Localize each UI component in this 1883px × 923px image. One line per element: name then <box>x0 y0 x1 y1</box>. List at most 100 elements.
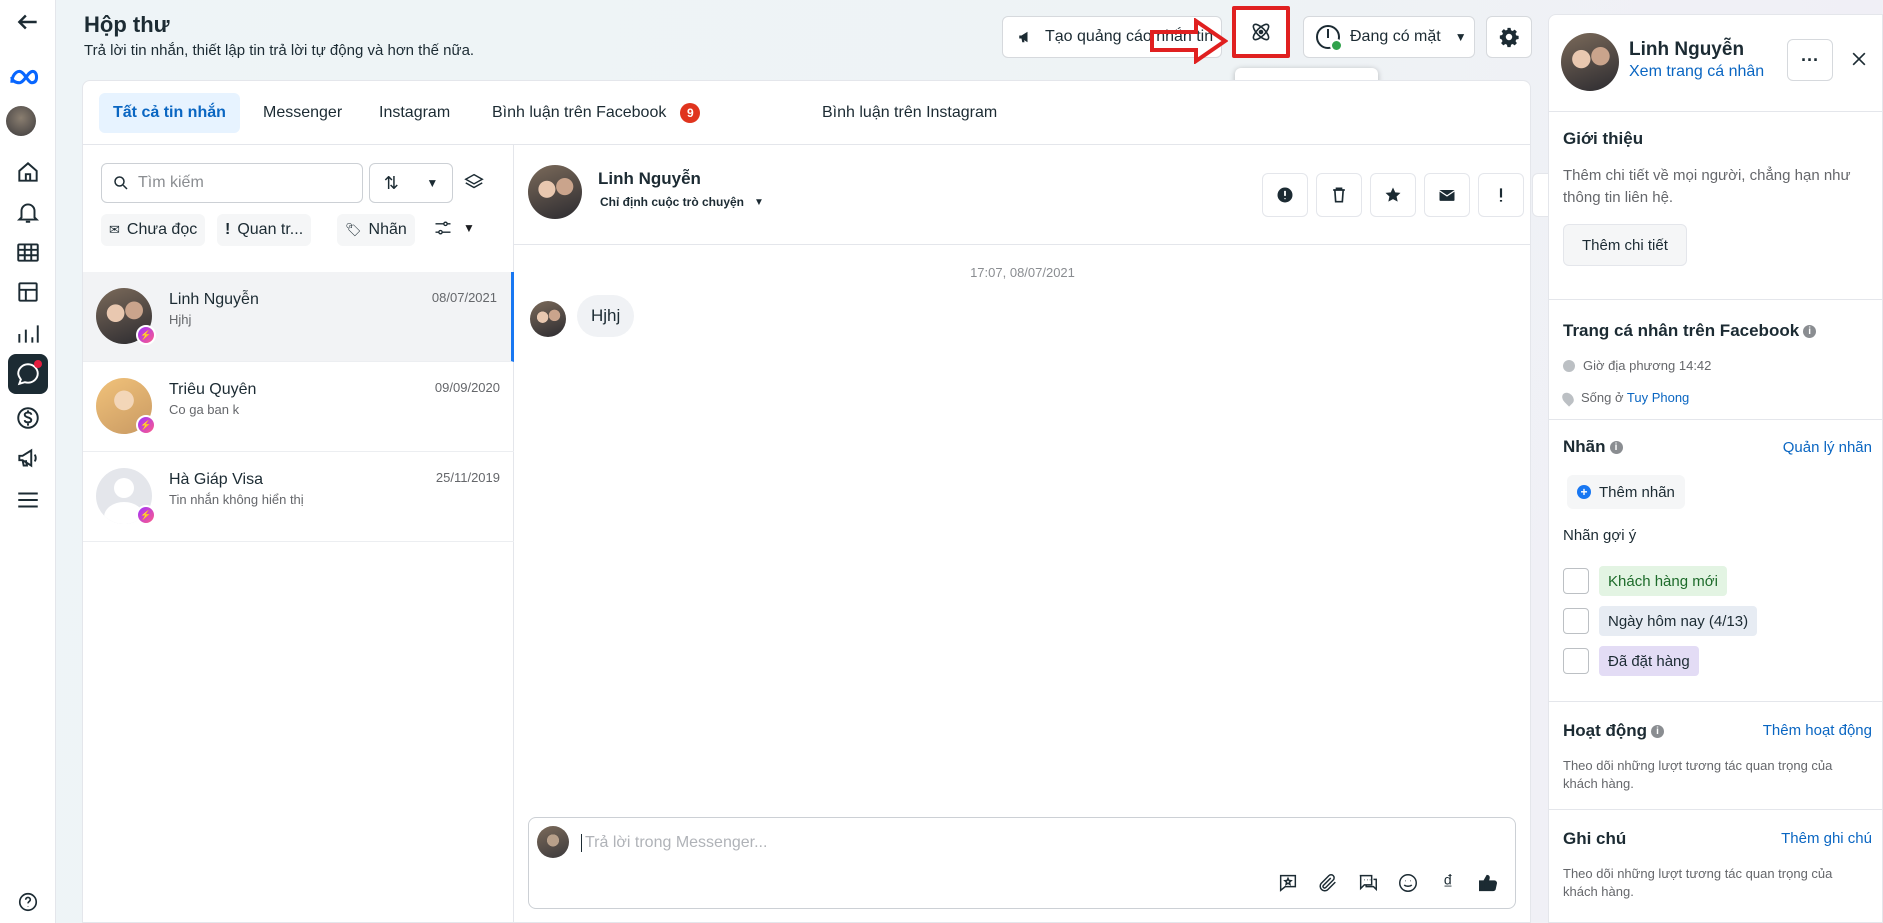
suggested-label[interactable]: Ngày hôm nay (4/13) <box>1599 606 1758 636</box>
advanced-filter-button[interactable]: ▼ <box>433 218 475 238</box>
filter-unread[interactable]: ✉ Chưa đọc <box>101 214 206 246</box>
info-icon[interactable]: i <box>1609 441 1623 455</box>
conversation-snippet: Co ga ban k <box>169 402 240 417</box>
fb-profile-title-text: Trang cá nhân trên Facebook <box>1563 321 1800 340</box>
add-note-link[interactable]: Thêm ghi chú <box>1781 830 1872 847</box>
add-detail-button[interactable]: Thêm chi tiết <box>1563 224 1687 266</box>
fb-profile-title: Trang cá nhân trên Facebook i <box>1563 321 1817 341</box>
inbox-icon[interactable] <box>8 354 48 394</box>
lives-in-link[interactable]: Tuy Phong <box>1627 390 1689 405</box>
availability-status-button[interactable]: Đang có mặt ▼ <box>1303 16 1475 58</box>
chat-bubbles-icon[interactable] <box>1355 870 1381 896</box>
exclamation-icon <box>1499 188 1503 202</box>
label-checkbox[interactable] <box>1563 608 1589 634</box>
view-profile-link[interactable]: Xem trang cá nhân <box>1629 63 1764 81</box>
suggested-label[interactable]: Khách hàng mới <box>1599 566 1727 596</box>
clock-icon <box>1563 360 1575 372</box>
more-options-button[interactable]: ··· <box>1787 39 1833 81</box>
activity-text: Theo dõi những lượt tương tác quan trọng… <box>1563 758 1833 791</box>
atom-icon <box>1252 23 1270 41</box>
sort-button[interactable]: ⇅ ▼ <box>369 163 453 203</box>
star-icon <box>1385 187 1401 202</box>
label-checkbox[interactable] <box>1563 568 1589 594</box>
content-icon[interactable] <box>8 272 48 312</box>
conversation-row[interactable]: ⚡ Triêu Quyên Co ga ban k 09/09/2020 <box>83 362 514 452</box>
mark-unread-button[interactable] <box>1424 173 1470 217</box>
close-icon <box>1852 52 1866 66</box>
bell-icon[interactable] <box>8 192 48 232</box>
filter-label[interactable]: 🏷 Nhãn <box>337 214 415 246</box>
home-icon[interactable] <box>8 152 48 192</box>
info-icon[interactable]: i <box>1803 325 1817 339</box>
back-arrow-icon[interactable] <box>8 2 48 42</box>
filter-important[interactable]: ! Quan tr... <box>217 214 312 246</box>
gear-icon <box>1499 27 1519 48</box>
delete-button[interactable] <box>1316 173 1362 217</box>
inbox-notification-dot <box>34 360 42 368</box>
conversation-list: Tìm kiếm ⇅ ▼ ✉ Chưa đọc ! Quan tr... 🏷 N… <box>83 145 514 922</box>
activity-title: Hoạt động i <box>1563 721 1665 741</box>
layers-icon[interactable] <box>463 171 489 197</box>
settings-button[interactable] <box>1486 16 1532 58</box>
auto-reply-button[interactable] <box>1232 6 1290 58</box>
message-bubble: Hjhj <box>577 295 635 337</box>
trash-icon <box>1333 187 1345 203</box>
tab-label: Bình luận trên Facebook <box>492 104 667 121</box>
labels-title-text: Nhãn <box>1563 437 1606 456</box>
add-activity-link[interactable]: Thêm hoạt động <box>1763 722 1872 739</box>
manage-labels-link[interactable]: Quản lý nhãn <box>1783 439 1872 456</box>
star-button[interactable] <box>1370 173 1416 217</box>
conversation-row[interactable]: ⚡ Hà Giáp Visa Tin nhắn không hiển thị 2… <box>83 452 514 542</box>
emoji-icon[interactable] <box>1395 870 1421 896</box>
add-label-button[interactable]: + Thêm nhãn <box>1567 475 1685 509</box>
reply-composer[interactable]: Trả lời trong Messenger... ₫ <box>528 817 1516 909</box>
insights-icon[interactable] <box>8 314 48 354</box>
exclamation-icon: ! <box>225 221 231 238</box>
conversation-row[interactable]: ⚡ Linh Nguyễn Hjhj 08/07/2021 <box>83 272 514 362</box>
search-input[interactable]: Tìm kiếm <box>101 163 363 203</box>
contact-name[interactable]: Linh Nguyễn <box>598 169 701 189</box>
meta-logo-icon[interactable] <box>8 58 48 98</box>
clock-icon <box>1316 25 1343 52</box>
megaphone-icon[interactable] <box>8 438 48 478</box>
page-subtitle: Trả lời tin nhắn, thiết lập tin trả lời … <box>84 42 475 59</box>
sender-avatar <box>530 301 566 337</box>
left-nav <box>0 0 56 923</box>
local-time-row: Giờ địa phương 14:42 <box>1563 357 1711 375</box>
tab-facebook-comments[interactable]: Bình luận trên Facebook 9 <box>478 93 714 133</box>
spam-button[interactable] <box>1262 173 1308 217</box>
page-avatar[interactable] <box>6 106 36 136</box>
tab-all-messages[interactable]: Tất cả tin nhắn <box>99 93 240 133</box>
chat-header-divider <box>514 244 1530 245</box>
inbox-panel: Tất cả tin nhắn Messenger Instagram Bình… <box>82 80 1578 923</box>
info-icon[interactable]: i <box>1651 725 1665 739</box>
reply-input[interactable]: Trả lời trong Messenger... <box>581 834 767 852</box>
attachment-icon[interactable] <box>1315 870 1341 896</box>
suggested-labels-title: Nhãn gợi ý <box>1563 527 1637 544</box>
suggested-label[interactable]: Đã đặt hàng <box>1599 646 1699 676</box>
mark-important-button[interactable] <box>1478 173 1524 217</box>
help-icon[interactable] <box>8 882 48 922</box>
currency-icon[interactable]: ₫ <box>1435 870 1461 896</box>
divider <box>1549 809 1882 810</box>
menu-icon[interactable] <box>8 480 48 520</box>
calendar-icon[interactable] <box>8 232 48 272</box>
label-checkbox[interactable] <box>1563 648 1589 674</box>
conversation-name: Triêu Quyên <box>169 381 257 398</box>
dollar-icon[interactable] <box>8 398 48 438</box>
like-icon[interactable] <box>1475 870 1501 896</box>
search-placeholder: Tìm kiếm <box>138 174 204 191</box>
contact-avatar[interactable] <box>528 165 582 219</box>
assign-conversation-dropdown[interactable]: Chỉ định cuộc trò chuyện ▼ <box>600 195 764 209</box>
tab-label: Tất cả tin nhắn <box>113 104 226 121</box>
tab-label: Instagram <box>379 104 451 121</box>
tab-instagram[interactable]: Instagram <box>365 93 464 133</box>
tab-instagram-comments[interactable]: Bình luận trên Instagram <box>808 93 1011 133</box>
tab-messenger[interactable]: Messenger <box>249 93 356 133</box>
filter-label: Quan tr... <box>237 221 304 238</box>
intro-title: Giới thiệu <box>1563 129 1644 148</box>
profile-avatar[interactable] <box>1561 33 1619 91</box>
saved-reply-icon[interactable] <box>1275 870 1301 896</box>
close-button[interactable] <box>1843 43 1875 75</box>
tab-label: Bình luận trên Instagram <box>822 104 998 121</box>
